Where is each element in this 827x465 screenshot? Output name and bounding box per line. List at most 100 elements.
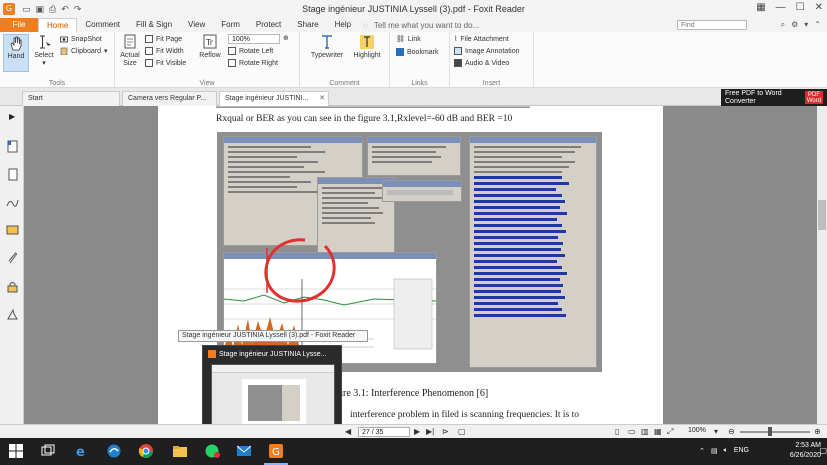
- reflow-button[interactable]: Tr Reflow: [197, 34, 223, 60]
- tab-help[interactable]: Help: [327, 18, 359, 32]
- bookmark-button[interactable]: Bookmark: [396, 48, 439, 56]
- edge-browser-icon[interactable]: [106, 443, 122, 459]
- continuous-facing-view-icon[interactable]: ▦: [654, 427, 662, 436]
- zoom-out-icon[interactable]: ⊖: [728, 427, 735, 436]
- doc-tab-camera[interactable]: Camera vers Regular P...: [122, 91, 217, 106]
- signature-panel-icon[interactable]: [6, 196, 19, 209]
- tab-form[interactable]: Form: [213, 18, 248, 32]
- continuous-view-icon[interactable]: ▭: [628, 427, 636, 436]
- snapshot-button[interactable]: SnapShot: [60, 35, 102, 43]
- typewriter-label: Typewriter: [310, 52, 344, 59]
- grid-icon[interactable]: ▦: [756, 2, 765, 13]
- tab-view[interactable]: View: [180, 18, 213, 32]
- facing-view-icon[interactable]: ▥: [641, 427, 649, 436]
- tab-comment[interactable]: Comment: [77, 18, 128, 32]
- volume-icon[interactable]: 🔈︎: [724, 447, 728, 455]
- open-icon[interactable]: ▭: [22, 4, 31, 15]
- tab-protect[interactable]: Protect: [248, 18, 289, 32]
- expand-panel-icon[interactable]: ▶: [9, 112, 15, 121]
- rotate-left-button[interactable]: Rotate Left: [228, 47, 273, 55]
- search-icon[interactable]: ⌕: [781, 20, 785, 30]
- save-icon[interactable]: ▣: [36, 4, 45, 15]
- minimize-button[interactable]: —: [776, 2, 786, 13]
- zoom-select[interactable]: 100%: [228, 34, 280, 44]
- svg-text:G: G: [272, 447, 280, 458]
- file-attachment-button[interactable]: ⌇ File Attachment: [454, 35, 509, 44]
- hand-tool-button[interactable]: Hand: [3, 34, 29, 72]
- ie-browser-icon[interactable]: e: [74, 443, 90, 459]
- snapshot-label: SnapShot: [71, 35, 102, 43]
- undo-icon[interactable]: ↶: [61, 4, 69, 15]
- status-zoom-value[interactable]: 100%: [688, 427, 706, 434]
- zoom-slider-knob[interactable]: [768, 427, 772, 436]
- links-group-label: Links: [411, 80, 428, 87]
- vertical-scrollbar[interactable]: [817, 106, 827, 424]
- actual-size-label: Actual Size: [120, 52, 140, 67]
- rotate-right-button[interactable]: Rotate Right: [228, 59, 278, 67]
- previous-page-icon[interactable]: ◀: [345, 427, 351, 436]
- chrome-browser-icon[interactable]: [138, 443, 154, 459]
- print-icon[interactable]: ⎙: [49, 4, 56, 15]
- zoom-dropdown-icon[interactable]: ▾: [714, 427, 718, 436]
- audio-video-button[interactable]: Audio & Video: [454, 59, 509, 67]
- mail-app-icon[interactable]: [236, 443, 252, 459]
- layers-panel-icon[interactable]: [6, 308, 19, 321]
- link-icon: ⛓: [396, 36, 405, 43]
- tab-share[interactable]: Share: [289, 18, 326, 32]
- image-annotation-button[interactable]: Image Annotation: [454, 47, 520, 55]
- redo-icon[interactable]: ↷: [74, 4, 82, 15]
- network-icon[interactable]: ▤: [711, 447, 718, 455]
- chevron-down-icon[interactable]: ▾: [804, 20, 808, 30]
- foxit-taskbar-icon[interactable]: G: [268, 443, 284, 459]
- highlight-button[interactable]: Highlight: [350, 34, 384, 60]
- fit-page-button[interactable]: Fit Page: [145, 35, 182, 43]
- actual-size-button[interactable]: Actual Size: [117, 34, 143, 68]
- file-menu-tab[interactable]: File: [0, 18, 38, 32]
- notifications-icon[interactable]: ▢: [819, 446, 827, 455]
- tell-me-box[interactable]: Tell me what you want to do...: [374, 21, 479, 30]
- chevron-up-icon[interactable]: ⌃: [699, 447, 705, 455]
- close-button[interactable]: ✕: [815, 2, 823, 13]
- single-page-view-icon[interactable]: ▯: [615, 427, 619, 436]
- select-tool-button[interactable]: Select ▾: [31, 34, 57, 68]
- page-number-input[interactable]: 27 / 35: [358, 427, 410, 437]
- comments-panel-icon[interactable]: [6, 224, 19, 237]
- windows-start-icon[interactable]: [8, 443, 24, 459]
- bookmarks-panel-icon[interactable]: [6, 140, 19, 153]
- task-view-icon[interactable]: [40, 443, 56, 459]
- fit-width-button[interactable]: Fit Width: [145, 47, 184, 55]
- page-navigation-icon[interactable]: ⊳: [442, 427, 449, 436]
- pdf-to-word-promo[interactable]: Free PDF to Word Converter PDF Word: [721, 89, 827, 106]
- close-tab-icon[interactable]: ✕: [319, 92, 325, 106]
- next-page-icon[interactable]: ▶: [414, 427, 420, 436]
- ribbon-group-tools: Hand Select ▾ SnapShot Clipboard ▾ Tools: [0, 32, 115, 88]
- doc-tab-start[interactable]: Start: [22, 91, 120, 106]
- fit-visible-button[interactable]: Fit Visible: [145, 59, 186, 67]
- link-button[interactable]: ⛓ Link: [396, 35, 421, 44]
- ribbon-collapse-icon[interactable]: ⌃: [814, 20, 821, 30]
- whatsapp-icon[interactable]: [204, 443, 220, 459]
- system-clock[interactable]: 2:53 AM 6/26/2020: [790, 441, 821, 461]
- last-page-icon[interactable]: ▶|: [426, 427, 434, 436]
- doc-tab-stage[interactable]: Stage ingénieur JUSTINI... ✕: [219, 91, 329, 106]
- zoom-slider-track[interactable]: [740, 431, 810, 433]
- zoom-in-button[interactable]: ⊕: [283, 34, 289, 42]
- security-lock-icon[interactable]: [6, 280, 19, 293]
- settings-icon[interactable]: ⚙: [791, 20, 798, 30]
- file-explorer-icon[interactable]: [172, 443, 188, 459]
- foxit-app-icon[interactable]: G: [3, 3, 15, 15]
- tab-home[interactable]: Home: [38, 17, 78, 33]
- typewriter-button[interactable]: Typewriter: [308, 34, 346, 60]
- fullscreen-icon[interactable]: ⤢: [667, 427, 673, 437]
- zoom-in-icon[interactable]: ⊕: [814, 427, 821, 436]
- pages-panel-icon[interactable]: [6, 168, 19, 181]
- input-language[interactable]: ENG: [734, 447, 749, 455]
- maximize-button[interactable]: ☐: [796, 2, 805, 13]
- tab-fill-sign[interactable]: Fill & Sign: [128, 18, 180, 32]
- find-input[interactable]: Find: [677, 20, 747, 30]
- fit-options-icon[interactable]: ▢: [458, 427, 466, 436]
- attachments-panel-icon[interactable]: [6, 252, 19, 265]
- window-controls: ▦ — ☐ ✕: [756, 2, 823, 13]
- scrollbar-thumb[interactable]: [818, 200, 826, 230]
- clipboard-button[interactable]: Clipboard ▾: [60, 47, 107, 55]
